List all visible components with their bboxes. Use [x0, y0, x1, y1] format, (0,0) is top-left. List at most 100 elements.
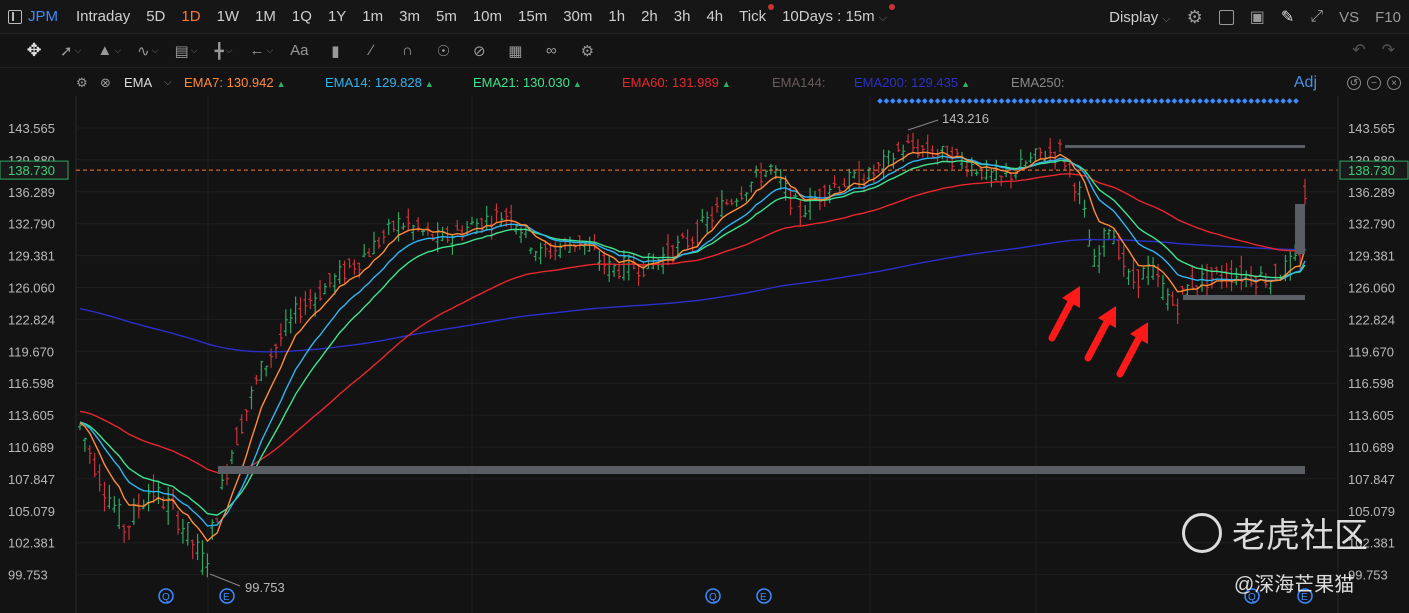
pencil-icon[interactable]: ✎ [1281, 7, 1294, 27]
period-tab-1m[interactable]: 1m [354, 8, 391, 25]
period-tab-1w[interactable]: 1W [209, 8, 248, 25]
period-tab-intraday[interactable]: Intraday [68, 8, 138, 25]
layout-icon[interactable] [1218, 9, 1234, 25]
legend-ema250[interactable]: EMA250: [1011, 75, 1064, 90]
trash-icon[interactable]: ▦ [505, 39, 525, 63]
y-tick-label-right: 119.670 [1348, 344, 1394, 359]
period-tab-5m[interactable]: 5m [428, 8, 465, 25]
close-icon[interactable]: ⊗ [100, 75, 111, 91]
camera-icon[interactable]: ▣ [1250, 7, 1265, 27]
undo-icon[interactable]: ↶ [1352, 40, 1365, 60]
indicator-name[interactable]: EMA [124, 75, 152, 90]
hide-icon[interactable]: ⊘ [469, 39, 489, 63]
up-arrow-icon: ▲ [572, 79, 582, 89]
f10-label: F10 [1375, 8, 1401, 26]
legend-ema21[interactable]: EMA21: 130.030 ▲ [473, 75, 582, 90]
range-label: 10Days : 15m [782, 8, 875, 25]
eye-icon[interactable]: ☉ [433, 39, 453, 63]
text-tool[interactable]: Aa [289, 39, 309, 63]
y-tick-label-right: 126.060 [1348, 281, 1395, 296]
wave-icon[interactable]: ∿ ⌵ [137, 39, 158, 63]
event-marker-label: E [760, 592, 767, 603]
redo-icon[interactable]: ↷ [1382, 40, 1395, 60]
period-tab-1y[interactable]: 1Y [320, 8, 354, 25]
y-tick-label-left: 122.824 [8, 312, 55, 327]
up-arrow-icon: ▲ [276, 79, 286, 89]
range-selector[interactable]: 10Days : 15m ⌵ [782, 4, 895, 25]
link-icon[interactable]: ∞ [541, 39, 561, 63]
drawing-toolbar: ✥ ➚ ⌵ ▲ ⌵ ∿ ⌵ ▤ ⌵ ╋ ⌵ ← ⌵ Aa ▮ ∕ ∩ ☉ ⊘ ▦ ∞ ⚙ [0, 34, 1409, 68]
fib-icon[interactable]: ▤ ⌵ [175, 39, 198, 63]
period-tab-30m[interactable]: 30m [555, 8, 600, 25]
period-tab-tick[interactable]: Tick [731, 4, 775, 25]
legend-ema7[interactable]: EMA7: 130.942 ▲ [184, 75, 286, 90]
period-tabs: Intraday 5D 1D 1W 1M 1Q 1Y 1m 3m 5m 10m 15m 30m 1h 2h 3… [68, 4, 775, 25]
low-annotation: 99.753 [245, 580, 285, 595]
y-tick-label-right: 122.824 [1348, 312, 1395, 327]
y-tick-label-left: 132.790 [8, 217, 55, 232]
period-tab-1d[interactable]: 1D [173, 8, 208, 25]
event-marker-label: E [223, 592, 230, 603]
chevron-down-icon: ⌵ [266, 45, 274, 55]
gear-icon[interactable]: ⚙ [76, 75, 88, 91]
period-tab-2h[interactable]: 2h [633, 8, 666, 25]
up-arrow-icon: ▲ [424, 79, 434, 89]
period-tab-5d[interactable]: 5D [138, 8, 173, 25]
chevron-down-icon: ⌵ [1162, 12, 1171, 25]
chevron-down-icon: ⌵ [225, 45, 233, 55]
y-tick-label-left: 110.689 [8, 440, 54, 455]
period-tab-15m[interactable]: 15m [510, 8, 555, 25]
y-tick-label-right: 129.381 [1348, 249, 1395, 264]
fullscreen-icon[interactable]: ⤢ [1310, 8, 1323, 26]
period-tab-3m[interactable]: 3m [391, 8, 428, 25]
period-tab-1q[interactable]: 1Q [284, 8, 320, 25]
current-price-tag-right-text: 138.730 [1348, 163, 1395, 178]
legend-ema144[interactable]: EMA144: [772, 75, 825, 90]
compare-button[interactable]: VS [1339, 9, 1359, 26]
legend-ema14[interactable]: EMA14: 129.828 ▲ [325, 75, 434, 90]
chevron-down-icon[interactable]: ⌵ [164, 77, 172, 88]
y-tick-label-right: 113.605 [1348, 408, 1394, 423]
period-tab-4h[interactable]: 4h [698, 8, 731, 25]
chevron-down-icon: ⌵ [151, 45, 159, 55]
period-tab-1m[interactable]: 1M [247, 8, 284, 25]
event-marker-label: Q [709, 592, 717, 603]
legend-ema200[interactable]: EMA200: 129.435 ▲ [854, 75, 970, 90]
y-tick-label-left: 107.847 [8, 472, 55, 487]
y-tick-label-left: 105.079 [8, 504, 55, 519]
legend-ema60[interactable]: EMA60: 131.989 ▲ [622, 75, 731, 90]
symbol-selector[interactable]: JPM [8, 8, 58, 25]
y-tick-label-right: 143.565 [1348, 121, 1395, 136]
y-tick-label-left: 126.060 [8, 281, 55, 296]
pitchfork-icon[interactable]: ▲ ⌵ [97, 39, 121, 63]
move-icon[interactable]: ✥ [24, 39, 44, 63]
close-icon[interactable]: × [1387, 76, 1401, 90]
period-tab-10m[interactable]: 10m [465, 8, 510, 25]
reset-icon[interactable]: ↺ [1347, 76, 1361, 90]
up-arrow-icon: ▲ [721, 79, 731, 89]
support-line [1183, 295, 1305, 300]
comment-icon[interactable]: ▮ [325, 39, 345, 63]
display-dropdown[interactable]: Display ⌵ [1109, 9, 1171, 26]
period-tab-1h[interactable]: 1h [600, 8, 633, 25]
y-tick-label-left: 116.598 [8, 376, 54, 391]
adj-button[interactable]: Adj [1294, 74, 1317, 92]
minimize-icon[interactable]: − [1367, 76, 1381, 90]
measure-icon[interactable]: ╋ ⌵ [214, 39, 234, 63]
gear-icon[interactable]: ⚙ [577, 39, 597, 63]
support-zone-bar [218, 466, 1305, 474]
y-tick-label-left: 99.753 [8, 568, 48, 583]
range-block [1295, 204, 1305, 254]
arrow-left-icon[interactable]: ← ⌵ [250, 39, 274, 63]
gear-icon[interactable]: ⚙ [1187, 7, 1203, 28]
trendline-icon[interactable]: ➚ ⌵ [60, 39, 81, 63]
f10-button[interactable]: F10 [1375, 9, 1401, 26]
y-tick-label-left: 119.670 [8, 344, 54, 359]
panel-toggle-icon[interactable] [8, 9, 22, 24]
period-tab-3h[interactable]: 3h [666, 8, 699, 25]
high-annotation: 143.216 [942, 111, 989, 126]
magnet-icon[interactable]: ∩ [397, 39, 417, 63]
top-right-controls: Display ⌵ ⚙ ▣ ✎ ⤢ VS F10 [1109, 0, 1401, 34]
ruler-icon[interactable]: ∕ [361, 39, 381, 63]
y-tick-label-left: 136.289 [8, 185, 55, 200]
